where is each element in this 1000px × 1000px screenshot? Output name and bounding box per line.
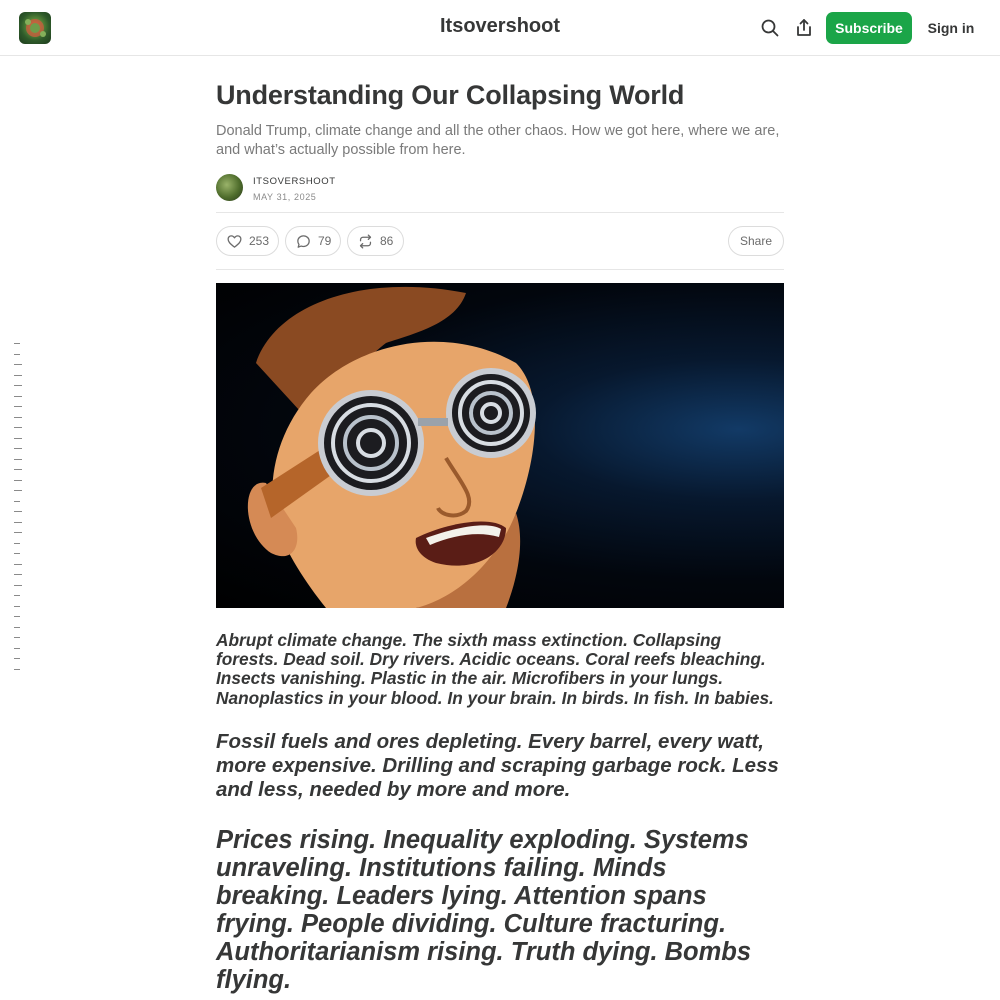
hero-image[interactable]	[216, 283, 784, 608]
body-paragraph: Prices rising. Inequality exploding. Sys…	[216, 825, 752, 994]
comment-icon	[297, 234, 310, 248]
body-paragraph: Fossil fuels and ores depleting. Every b…	[216, 729, 779, 801]
post-article: Understanding Our Collapsing World Donal…	[216, 78, 784, 994]
restack-icon	[359, 233, 372, 249]
author-name[interactable]: ITSOVERSHOOT	[253, 176, 336, 187]
post-date: MAY 31, 2025	[253, 192, 317, 202]
post-actions: 253 79 86 Share	[216, 213, 784, 269]
comment-button[interactable]: 79	[285, 226, 341, 256]
post-subtitle: Donald Trump, climate change and all the…	[216, 123, 780, 158]
post-title: Understanding Our Collapsing World	[216, 80, 685, 110]
scroll-progress-markers[interactable]	[14, 343, 24, 679]
restack-count: 86	[380, 234, 394, 248]
top-nav-bar: Itsovershoot Subscribe Sign in	[0, 0, 1000, 56]
subscribe-button[interactable]: Subscribe	[826, 12, 912, 44]
comment-count: 79	[318, 234, 332, 248]
divider	[216, 269, 784, 270]
share-button[interactable]: Share	[728, 226, 784, 256]
author-avatar[interactable]	[216, 174, 243, 201]
body-paragraph: Abrupt climate change. The sixth mass ex…	[216, 630, 774, 708]
publication-logo[interactable]	[19, 12, 51, 44]
restack-button[interactable]: 86	[347, 226, 404, 256]
search-icon[interactable]	[758, 16, 782, 40]
heart-icon	[227, 234, 242, 248]
byline: ITSOVERSHOOT MAY 31, 2025	[216, 172, 784, 212]
sign-in-button[interactable]: Sign in	[922, 12, 980, 44]
share-icon[interactable]	[792, 16, 816, 40]
like-button[interactable]: 253	[216, 226, 279, 256]
like-count: 253	[249, 234, 270, 248]
